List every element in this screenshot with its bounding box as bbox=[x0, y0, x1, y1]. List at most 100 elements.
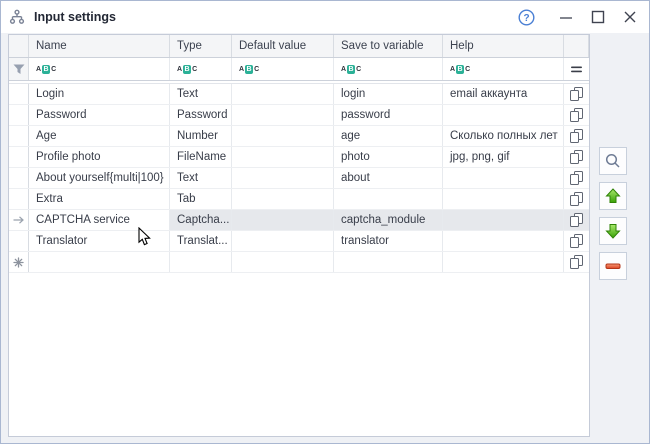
filter-cell-variable[interactable]: ABC bbox=[334, 58, 443, 80]
table-row[interactable]: Translator Translat... translator bbox=[9, 231, 589, 252]
cell-help[interactable]: jpg, png, gif bbox=[443, 147, 564, 167]
cell-name[interactable]: Age bbox=[29, 126, 170, 146]
filter-cell-default[interactable]: ABC bbox=[232, 58, 334, 80]
column-header-actions bbox=[564, 35, 589, 57]
move-up-button[interactable] bbox=[599, 182, 627, 210]
cell-type[interactable]: Password bbox=[170, 105, 232, 125]
cell-help[interactable] bbox=[443, 231, 564, 251]
column-header-variable[interactable]: Save to variable bbox=[334, 35, 443, 57]
abc-contains-icon: ABC bbox=[177, 65, 197, 74]
funnel-filter-icon[interactable] bbox=[9, 58, 29, 80]
close-icon[interactable] bbox=[619, 6, 641, 28]
row-indicator[interactable] bbox=[9, 105, 29, 125]
copy-duplicate-icon[interactable] bbox=[564, 126, 589, 146]
cell-default[interactable] bbox=[232, 189, 334, 209]
maximize-icon[interactable] bbox=[587, 6, 609, 28]
table-row[interactable]: Password Password password bbox=[9, 105, 589, 126]
row-indicator[interactable] bbox=[9, 147, 29, 167]
copy-duplicate-icon[interactable] bbox=[564, 147, 589, 167]
cell-default[interactable] bbox=[232, 84, 334, 104]
cell-variable[interactable]: translator bbox=[334, 231, 443, 251]
cell-type[interactable]: FileName bbox=[170, 147, 232, 167]
current-row-arrow-icon[interactable] bbox=[9, 210, 29, 230]
cell-help[interactable] bbox=[443, 189, 564, 209]
column-header-name[interactable]: Name bbox=[29, 35, 170, 57]
filter-row: ABC ABC ABC ABC ABC bbox=[9, 58, 589, 81]
new-row[interactable] bbox=[9, 252, 589, 273]
table-row[interactable]: Age Number age Сколько полных лет bbox=[9, 126, 589, 147]
table-row[interactable]: About yourself{multi|100} Text about bbox=[9, 168, 589, 189]
cell-default[interactable] bbox=[232, 105, 334, 125]
move-down-button[interactable] bbox=[599, 217, 627, 245]
cell-type[interactable] bbox=[170, 252, 232, 272]
magnifier-icon bbox=[604, 152, 622, 170]
cell-name[interactable] bbox=[29, 252, 170, 272]
cell-default[interactable] bbox=[232, 252, 334, 272]
help-icon[interactable]: ? bbox=[515, 6, 537, 28]
copy-duplicate-icon[interactable] bbox=[564, 105, 589, 125]
cell-variable[interactable] bbox=[334, 252, 443, 272]
cell-variable[interactable]: captcha_module bbox=[334, 210, 443, 230]
cell-help[interactable] bbox=[443, 252, 564, 272]
find-button[interactable] bbox=[599, 147, 627, 175]
filter-cell-type[interactable]: ABC bbox=[170, 58, 232, 80]
cell-default[interactable] bbox=[232, 168, 334, 188]
row-indicator[interactable] bbox=[9, 126, 29, 146]
side-toolbar bbox=[599, 147, 627, 280]
abc-contains-icon: ABC bbox=[239, 65, 259, 74]
cell-default[interactable] bbox=[232, 231, 334, 251]
cell-name[interactable]: Translator bbox=[29, 231, 170, 251]
cell-variable[interactable] bbox=[334, 189, 443, 209]
copy-duplicate-icon[interactable] bbox=[564, 168, 589, 188]
flow-branch-icon bbox=[9, 9, 25, 25]
table-row-selected[interactable]: CAPTCHA service Captcha... captcha_modul… bbox=[9, 210, 589, 231]
cell-type[interactable]: Text bbox=[170, 168, 232, 188]
cell-type[interactable]: Tab bbox=[170, 189, 232, 209]
green-arrow-up-icon bbox=[605, 188, 621, 204]
column-header-help[interactable]: Help bbox=[443, 35, 564, 57]
cell-help[interactable]: Сколько полных лет bbox=[443, 126, 564, 146]
cell-variable[interactable]: about bbox=[334, 168, 443, 188]
cell-name[interactable]: About yourself{multi|100} bbox=[29, 168, 170, 188]
cell-default[interactable] bbox=[232, 147, 334, 167]
cell-name[interactable]: Login bbox=[29, 84, 170, 104]
cell-variable[interactable]: photo bbox=[334, 147, 443, 167]
cell-default[interactable] bbox=[232, 126, 334, 146]
cell-type[interactable]: Number bbox=[170, 126, 232, 146]
column-header-default[interactable]: Default value bbox=[232, 35, 334, 57]
copy-duplicate-icon[interactable] bbox=[564, 252, 589, 272]
cell-type[interactable]: Captcha... bbox=[170, 210, 232, 230]
column-header-type[interactable]: Type bbox=[170, 35, 232, 57]
cell-variable[interactable]: login bbox=[334, 84, 443, 104]
filter-cell-name[interactable]: ABC bbox=[29, 58, 170, 80]
cell-type[interactable]: Translat... bbox=[170, 231, 232, 251]
row-indicator[interactable] bbox=[9, 189, 29, 209]
cell-variable[interactable]: password bbox=[334, 105, 443, 125]
table-row[interactable]: Extra Tab bbox=[9, 189, 589, 210]
minimize-icon[interactable] bbox=[555, 6, 577, 28]
cell-name[interactable]: CAPTCHA service bbox=[29, 210, 170, 230]
cell-help[interactable] bbox=[443, 210, 564, 230]
delete-button[interactable] bbox=[599, 252, 627, 280]
cell-default[interactable] bbox=[232, 210, 334, 230]
table-row[interactable]: Profile photo FileName photo jpg, png, g… bbox=[9, 147, 589, 168]
copy-duplicate-icon[interactable] bbox=[564, 231, 589, 251]
cell-name[interactable]: Profile photo bbox=[29, 147, 170, 167]
cell-name[interactable]: Password bbox=[29, 105, 170, 125]
cell-help[interactable] bbox=[443, 168, 564, 188]
equals-icon[interactable] bbox=[564, 58, 589, 80]
row-indicator[interactable] bbox=[9, 84, 29, 104]
abc-contains-icon: ABC bbox=[36, 65, 56, 74]
cell-help[interactable]: email аккаунта bbox=[443, 84, 564, 104]
cell-variable[interactable]: age bbox=[334, 126, 443, 146]
cell-name[interactable]: Extra bbox=[29, 189, 170, 209]
copy-duplicate-icon[interactable] bbox=[564, 210, 589, 230]
table-row[interactable]: Login Text login email аккаунта bbox=[9, 84, 589, 105]
copy-duplicate-icon[interactable] bbox=[564, 84, 589, 104]
cell-type[interactable]: Text bbox=[170, 84, 232, 104]
row-indicator[interactable] bbox=[9, 231, 29, 251]
row-indicator[interactable] bbox=[9, 168, 29, 188]
cell-help[interactable] bbox=[443, 105, 564, 125]
copy-duplicate-icon[interactable] bbox=[564, 189, 589, 209]
filter-cell-help[interactable]: ABC bbox=[443, 58, 564, 80]
